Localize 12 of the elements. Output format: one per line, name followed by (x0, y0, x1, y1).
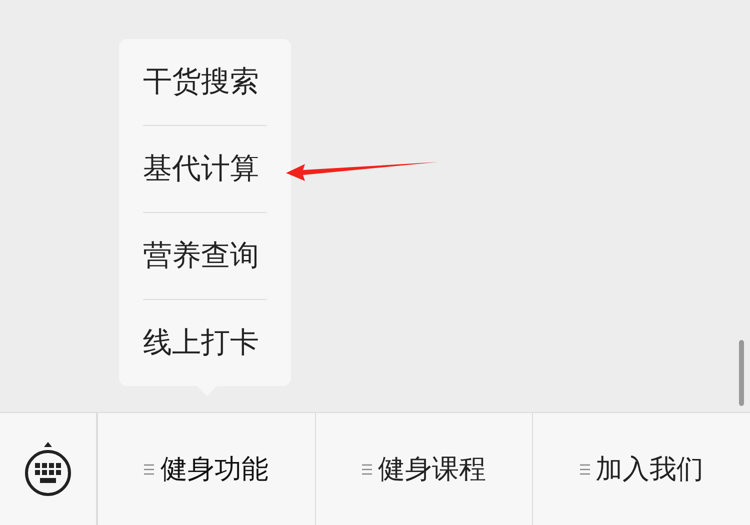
menu-tab[interactable]: 健身功能 (144, 451, 268, 487)
menu-tab[interactable]: 加入我们 (580, 451, 704, 487)
menu-icon (362, 464, 372, 474)
menu-icon (580, 464, 590, 474)
menu-item[interactable]: 营养查询 (143, 213, 267, 300)
menu-icon (144, 464, 154, 474)
menu-tab[interactable]: 健身课程 (362, 451, 486, 487)
menu-item[interactable]: 线上打卡 (143, 300, 267, 386)
scrollbar (739, 340, 744, 406)
keyboard-icon[interactable] (24, 441, 72, 497)
menu-item[interactable]: 干货搜索 (143, 39, 267, 126)
menu-item[interactable]: 基代计算 (143, 126, 267, 213)
